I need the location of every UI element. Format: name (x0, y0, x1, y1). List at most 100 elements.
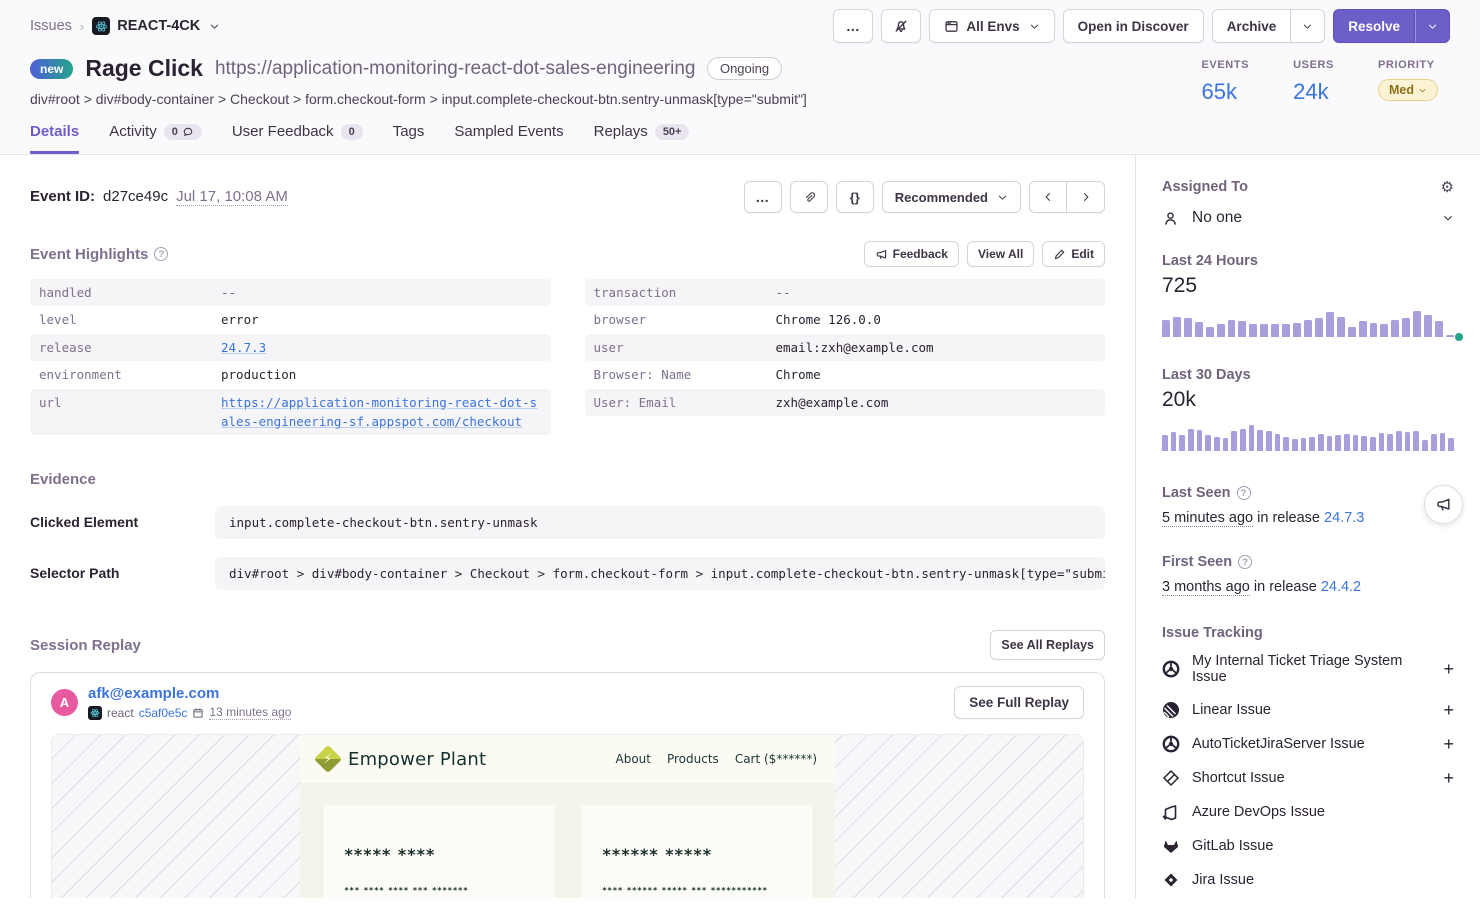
react-project-icon (92, 17, 110, 35)
edit-highlights-button[interactable]: Edit (1042, 241, 1105, 267)
resolve-split-button: Resolve (1333, 9, 1450, 43)
tab-tags[interactable]: Tags (393, 123, 425, 154)
first-seen-time[interactable]: 3 months ago (1162, 579, 1250, 596)
breadcrumb-project[interactable]: REACT-4CK (92, 17, 220, 35)
tracking-item-gitlab[interactable]: GitLab Issue (1162, 829, 1454, 863)
all-envs-dropdown[interactable]: All Envs (929, 9, 1054, 43)
tracking-item-jira-server[interactable]: AutoTicketJiraServer Issue + (1162, 727, 1454, 761)
archive-dropdown-button[interactable] (1291, 9, 1325, 43)
tab-user-feedback[interactable]: User Feedback 0 (232, 123, 363, 154)
events-count[interactable]: 65k (1201, 79, 1249, 105)
add-issue-button[interactable]: + (1443, 735, 1454, 753)
breadcrumb: Issues › REACT-4CK (30, 17, 220, 35)
replay-time-ago[interactable]: 13 minutes ago (209, 705, 291, 720)
see-full-replay-button[interactable]: See Full Replay (954, 686, 1084, 719)
chevron-down-icon (1302, 21, 1313, 32)
priority-value: Med (1389, 83, 1414, 97)
priority-dropdown[interactable]: Med (1378, 79, 1438, 101)
chevron-down-icon (1442, 212, 1454, 224)
site-brand-name: Empower Plant (348, 749, 486, 770)
archive-button[interactable]: Archive (1212, 9, 1292, 43)
replay-viewport[interactable]: ⚡ Empower Plant About Products Cart ($**… (51, 734, 1084, 898)
issue-culprit: div#root > div#body-container > Checkout… (30, 91, 807, 107)
tab-replays[interactable]: Replays 50+ (594, 123, 690, 154)
kv-value: email:zxh@example.com (776, 338, 1097, 357)
events-label: EVENTS (1201, 59, 1249, 71)
product-card: ****** ***** **** ****** ***** *** *****… (581, 805, 813, 898)
breadcrumb-issues[interactable]: Issues (30, 18, 72, 34)
last-30d-count: 20k (1162, 388, 1454, 412)
add-issue-button[interactable]: + (1443, 660, 1454, 678)
replay-user-link[interactable]: afk@example.com (88, 685, 291, 702)
last-24h-count: 725 (1162, 274, 1454, 298)
event-highlights-tables: handled-- levelerror release24.7.3 envir… (30, 279, 1105, 435)
feedback-count-badge: 0 (341, 124, 363, 140)
resolve-dropdown-button[interactable] (1415, 9, 1450, 43)
resolve-button[interactable]: Resolve (1333, 9, 1415, 43)
first-seen-release-link[interactable]: 24.4.2 (1321, 579, 1361, 595)
release-link[interactable]: 24.7.3 (221, 338, 542, 357)
add-issue-button[interactable]: + (1443, 701, 1454, 719)
more-actions-button[interactable]: … (833, 9, 873, 43)
add-issue-button[interactable]: + (1443, 769, 1454, 787)
open-in-discover-button[interactable]: Open in Discover (1063, 9, 1204, 43)
floating-feedback-button[interactable] (1424, 485, 1463, 524)
help-icon[interactable]: ? (154, 247, 168, 261)
tracking-item-internal-triage[interactable]: My Internal Ticket Triage System Issue + (1162, 645, 1454, 693)
last-30d-chart[interactable] (1162, 421, 1454, 451)
tracking-item-jira[interactable]: Jira Issue (1162, 863, 1454, 897)
tab-bar: Details Activity 0 User Feedback 0 Tags … (0, 109, 1480, 154)
see-all-replays-button[interactable]: See All Replays (990, 630, 1105, 660)
tracking-item-shortcut[interactable]: Shortcut Issue + (1162, 761, 1454, 795)
session-replay-card: A afk@example.com react c5af0e5c 13 minu… (30, 672, 1105, 898)
event-more-button[interactable]: … (744, 181, 782, 213)
site-nav-cart: Cart ($******) (735, 752, 817, 766)
next-event-button[interactable] (1067, 181, 1105, 213)
archive-split-button: Archive (1212, 9, 1326, 43)
last-24h-chart[interactable] (1162, 307, 1454, 337)
help-icon[interactable]: ? (1238, 555, 1252, 569)
issue-subtitle: https://application-monitoring-react-dot… (215, 58, 695, 80)
mute-notifications-button[interactable] (881, 9, 921, 43)
chevron-down-icon (997, 192, 1008, 203)
gear-icon[interactable]: ⚙ (1441, 180, 1454, 195)
issue-tracking-title: Issue Tracking (1162, 625, 1454, 641)
event-timestamp[interactable]: Jul 17, 10:08 AM (176, 188, 288, 206)
chevron-left-icon (1042, 191, 1054, 203)
product-title-masked: ****** ***** (603, 845, 791, 864)
tracking-item-linear[interactable]: Linear Issue + (1162, 693, 1454, 727)
users-count[interactable]: 24k (1293, 79, 1334, 105)
help-icon[interactable]: ? (1237, 486, 1251, 500)
kv-value: zxh@example.com (776, 393, 1097, 412)
previous-event-button[interactable] (1029, 181, 1067, 213)
product-title-masked: ***** **** (345, 845, 533, 864)
live-indicator-dot (1455, 333, 1463, 341)
view-all-button[interactable]: View All (967, 241, 1034, 267)
evidence-title: Evidence (30, 471, 96, 488)
issue-tracking-section: Issue Tracking My Internal Ticket Triage… (1162, 625, 1454, 897)
kv-value: Chrome (776, 365, 1097, 384)
recommended-dropdown[interactable]: Recommended (882, 181, 1021, 213)
json-button[interactable]: {} (836, 181, 874, 213)
chevron-right-icon (1080, 191, 1092, 203)
activity-count-badge: 0 (172, 126, 178, 138)
replay-id-link[interactable]: c5af0e5c (139, 706, 188, 720)
site-nav-about: About (616, 752, 651, 766)
last-seen-release-link[interactable]: 24.7.3 (1324, 510, 1364, 526)
react-project-icon (88, 706, 102, 720)
assignee-dropdown[interactable]: No one (1162, 209, 1454, 227)
feedback-button[interactable]: Feedback (864, 241, 959, 267)
new-badge: new (30, 59, 73, 79)
tracking-item-azure-devops[interactable]: Azure DevOps Issue (1162, 795, 1454, 829)
ellipsis-icon: … (846, 18, 861, 34)
site-nav: About Products Cart ($******) (616, 752, 818, 766)
topbar-actions: … All Envs Open in Discover Archive Reso… (833, 9, 1450, 43)
attachments-button[interactable] (790, 181, 828, 213)
tab-activity[interactable]: Activity 0 (109, 123, 202, 154)
tab-details[interactable]: Details (30, 123, 79, 154)
last-seen-time[interactable]: 5 minutes ago (1162, 510, 1253, 527)
tab-sampled-events[interactable]: Sampled Events (454, 123, 563, 154)
url-link[interactable]: https://application-monitoring-react-dot… (221, 393, 542, 432)
issue-header: Issues › REACT-4CK … All Envs Open in Di… (0, 0, 1480, 155)
empower-plant-logo-icon: ⚡ (314, 745, 342, 773)
